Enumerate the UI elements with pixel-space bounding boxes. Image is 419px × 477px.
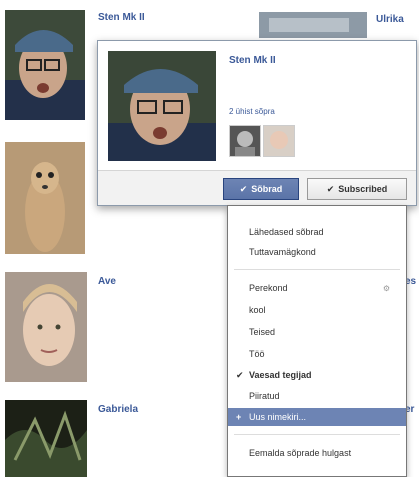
- mutual-friends-link[interactable]: 2 ühist sõpra: [229, 107, 275, 116]
- friends-button-label: Sõbrad: [251, 184, 283, 194]
- friend-photo-gabriela[interactable]: [5, 400, 87, 477]
- friend-photo-ulrika[interactable]: [259, 12, 367, 38]
- mutual-friend-thumb[interactable]: [263, 125, 295, 157]
- menu-item[interactable]: Tuttavamägkond: [228, 243, 406, 261]
- menu-item-new-list[interactable]: + Uus nimekiri...: [228, 408, 406, 426]
- menu-divider: [234, 434, 400, 435]
- profile-hovercard: Sten Mk II 2 ühist sõpra ✔ Sõbrad ✔ Subs…: [97, 40, 417, 206]
- plus-icon: +: [236, 412, 242, 422]
- subscribed-button[interactable]: ✔ Subscribed: [307, 178, 407, 200]
- check-icon: ✔: [239, 183, 248, 194]
- menu-item[interactable]: Lähedased sõbrad: [228, 223, 406, 241]
- hovercard-photo[interactable]: [108, 51, 216, 161]
- friend-name-link[interactable]: Ave: [98, 276, 116, 287]
- friend-name-link[interactable]: Ulrika: [376, 14, 404, 25]
- friend-photo-meerkat[interactable]: [5, 142, 85, 254]
- friend-photo-ave[interactable]: [5, 272, 87, 382]
- hovercard-footer: ✔ Sõbrad ✔ Subscribed: [98, 170, 416, 205]
- subscribed-button-label: Subscribed: [338, 184, 388, 194]
- menu-item[interactable]: Perekond ⚙: [228, 279, 406, 297]
- hovercard-name[interactable]: Sten Mk II: [229, 55, 276, 66]
- menu-item[interactable]: Teised: [228, 323, 406, 341]
- friend-list-dropdown: Lähedased sõbrad Tuttavamägkond Perekond…: [227, 205, 407, 477]
- check-icon: ✔: [236, 369, 244, 380]
- menu-item[interactable]: Piiratud: [228, 387, 406, 405]
- menu-item-checked[interactable]: ✔ Vaesad tegijad: [228, 366, 406, 384]
- check-icon: ✔: [326, 183, 335, 194]
- mutual-friend-thumb[interactable]: [229, 125, 261, 157]
- friends-button[interactable]: ✔ Sõbrad: [223, 178, 299, 200]
- friend-name-link[interactable]: Sten Mk II: [98, 12, 145, 23]
- menu-divider: [234, 269, 400, 270]
- menu-item[interactable]: Töö: [228, 345, 406, 363]
- friend-photo-sten[interactable]: [5, 10, 85, 120]
- menu-item[interactable]: kool: [228, 301, 406, 319]
- menu-item-unfriend[interactable]: Eemalda sõprade hulgast: [228, 444, 406, 462]
- friend-name-link[interactable]: Gabriela: [98, 404, 138, 415]
- gear-icon: ⚙: [382, 283, 390, 293]
